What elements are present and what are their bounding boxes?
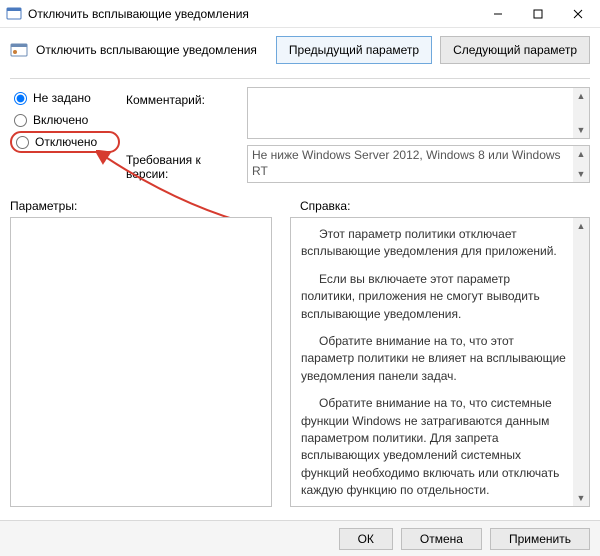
header-row: Отключить всплывающие уведомления Предыд… (0, 28, 600, 78)
help-p2: Если вы включаете этот параметр политики… (301, 271, 567, 323)
apply-button[interactable]: Применить (490, 528, 590, 550)
supported-label: Требования к версии: (126, 149, 241, 187)
options-label: Параметры: (10, 199, 280, 213)
header-title: Отключить всплывающие уведомления (36, 43, 268, 57)
radio-enabled[interactable]: Включено (10, 109, 120, 131)
radio-disabled-input[interactable] (16, 136, 29, 149)
radio-group: Не задано Включено Отключено (10, 87, 120, 187)
help-content: Этот параметр политики отключает всплыва… (301, 226, 567, 500)
supported-textarea: Не ниже Windows Server 2012, Windows 8 и… (247, 145, 590, 183)
help-p4: Обратите внимание на то, что системные ф… (301, 395, 567, 499)
radio-not-configured-label: Не задано (33, 91, 91, 105)
scroll-down-icon[interactable]: ▼ (573, 166, 589, 182)
cancel-button[interactable]: Отмена (401, 528, 482, 550)
maximize-button[interactable] (518, 0, 558, 28)
upper-grid: Не задано Включено Отключено Комментарий… (0, 87, 600, 187)
field-labels: Комментарий: Требования к версии: (126, 87, 241, 187)
scroll-down-icon[interactable]: ▼ (573, 490, 589, 506)
scroll-up-icon[interactable]: ▲ (573, 218, 589, 234)
radio-disabled[interactable]: Отключено (12, 135, 112, 149)
footer: ОК Отмена Применить (0, 520, 600, 556)
comment-value (252, 90, 571, 136)
radio-not-configured[interactable]: Не задано (10, 87, 120, 109)
options-panel (10, 217, 272, 507)
help-p3: Обратите внимание на то, что этот параме… (301, 333, 567, 385)
minimize-button[interactable] (478, 0, 518, 28)
scroll-up-icon[interactable]: ▲ (573, 88, 589, 104)
scroll-up-icon[interactable]: ▲ (573, 146, 589, 162)
help-label: Справка: (280, 199, 590, 213)
previous-setting-button[interactable]: Предыдущий параметр (276, 36, 432, 64)
scrollbar[interactable]: ▲ ▼ (573, 146, 589, 182)
section-labels: Параметры: Справка: (0, 187, 600, 217)
radio-disabled-label: Отключено (35, 135, 97, 149)
scrollbar[interactable]: ▲ ▼ (573, 88, 589, 138)
radio-enabled-label: Включено (33, 113, 88, 127)
highlight-annotation: Отключено (10, 131, 120, 153)
close-button[interactable] (558, 0, 598, 28)
ok-button[interactable]: ОК (339, 528, 393, 550)
field-values: ▲ ▼ Не ниже Windows Server 2012, Windows… (247, 87, 590, 187)
app-icon (6, 6, 22, 22)
lower-panels: Этот параметр политики отключает всплыва… (0, 217, 600, 507)
help-panel: Этот параметр политики отключает всплыва… (290, 217, 590, 507)
scroll-down-icon[interactable]: ▼ (573, 122, 589, 138)
next-setting-button[interactable]: Следующий параметр (440, 36, 590, 64)
divider (10, 78, 590, 79)
policy-icon (10, 41, 28, 59)
radio-enabled-input[interactable] (14, 114, 27, 127)
comment-label: Комментарий: (126, 91, 241, 149)
scrollbar[interactable]: ▲ ▼ (573, 218, 589, 506)
window-title: Отключить всплывающие уведомления (28, 7, 478, 21)
help-p1: Этот параметр политики отключает всплыва… (301, 226, 567, 261)
titlebar: Отключить всплывающие уведомления (0, 0, 600, 28)
supported-value: Не ниже Windows Server 2012, Windows 8 и… (252, 148, 571, 180)
radio-not-configured-input[interactable] (14, 92, 27, 105)
comment-textarea[interactable]: ▲ ▼ (247, 87, 590, 139)
